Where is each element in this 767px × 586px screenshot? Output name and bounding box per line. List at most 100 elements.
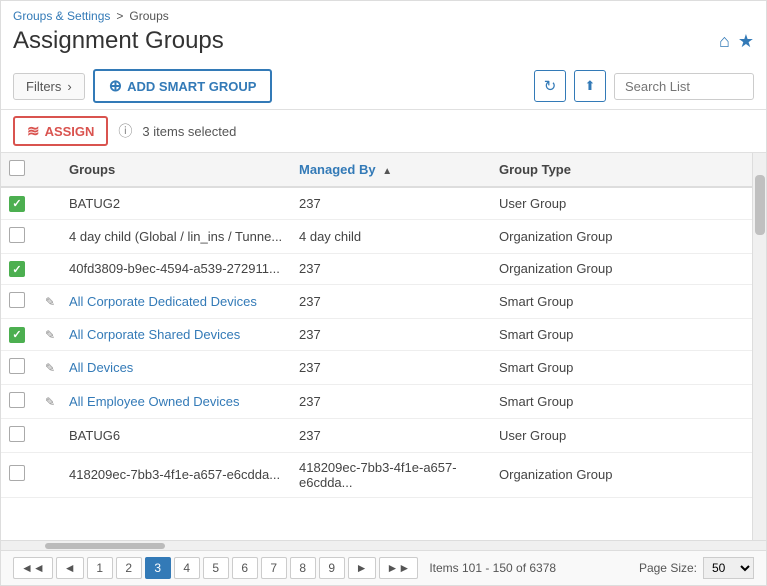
row-checkbox[interactable]: [9, 392, 25, 408]
prev-page-button[interactable]: ◄: [56, 557, 84, 579]
assign-icon: ≋: [27, 122, 40, 140]
col-header-groups: Groups: [61, 153, 291, 187]
page-size-label: Page Size:: [639, 561, 697, 575]
group-name-cell: All Corporate Dedicated Devices: [61, 285, 291, 319]
group-name-link[interactable]: All Corporate Shared Devices: [69, 327, 240, 342]
table-container: Groups Managed By ▲ Group Type BATUG2237…: [1, 153, 766, 550]
next-page-button[interactable]: ►: [348, 557, 376, 579]
managed-by-cell: 237: [291, 187, 491, 219]
managed-by-cell: 4 day child: [291, 219, 491, 253]
group-name-cell: All Devices: [61, 350, 291, 384]
group-name-link[interactable]: All Corporate Dedicated Devices: [69, 294, 257, 309]
row-checkbox[interactable]: [9, 292, 25, 308]
export-icon: ⬆: [585, 78, 596, 94]
page-number-button[interactable]: 4: [174, 557, 200, 579]
breadcrumb: Groups & Settings > Groups: [1, 1, 766, 25]
assign-label: ASSIGN: [45, 124, 95, 139]
table-row: ✎ All Devices 237Smart Group: [1, 350, 752, 384]
page-number-button[interactable]: 3: [145, 557, 171, 579]
page-size-select[interactable]: 102550100: [703, 557, 754, 579]
table-row: ✎All Corporate Dedicated Devices237Smart…: [1, 285, 752, 319]
group-type-cell: Organization Group: [491, 219, 752, 253]
horiz-scroll-thumb: [45, 543, 165, 549]
scroll-thumb: [755, 175, 765, 235]
edit-icon[interactable]: ✎: [45, 361, 55, 375]
managed-by-cell: 418209ec-7bb3-4f1e-a657-e6cdda...: [291, 452, 491, 497]
group-type-cell: Smart Group: [491, 350, 752, 384]
row-checkbox[interactable]: [9, 227, 25, 243]
page-number-button[interactable]: 9: [319, 557, 345, 579]
edit-icon[interactable]: ✎: [45, 295, 55, 309]
breadcrumb-link-groups-settings[interactable]: Groups & Settings: [13, 9, 110, 23]
first-page-button[interactable]: ◄◄: [13, 557, 53, 579]
assign-bar: ≋ ASSIGN ⓘ 3 items selected: [1, 110, 766, 153]
table-row: ✎ All Employee Owned Devices 237Smart Grou…: [1, 384, 752, 418]
last-page-button[interactable]: ►►: [379, 557, 419, 579]
refresh-button[interactable]: ↻: [534, 70, 566, 102]
managed-by-cell: 237: [291, 418, 491, 452]
table-row: 418209ec-7bb3-4f1e-a657-e6cdda...418209e…: [1, 452, 752, 497]
group-name-cell: 4 day child (Global / lin_ins / Tunne...: [61, 219, 291, 253]
add-icon: ⊕: [109, 76, 122, 96]
pagination: ◄◄ ◄ 123456789 ► ►► Items 101 - 150 of 6…: [1, 550, 766, 585]
row-checkbox[interactable]: [9, 327, 25, 343]
group-type-cell: Smart Group: [491, 285, 752, 319]
page-number-button[interactable]: 8: [290, 557, 316, 579]
row-checkbox[interactable]: [9, 426, 25, 442]
page-info-text: Items 101 - 150 of 6378: [429, 561, 556, 575]
group-type-cell: User Group: [491, 418, 752, 452]
row-checkbox[interactable]: [9, 196, 25, 212]
page-number-button[interactable]: 1: [87, 557, 113, 579]
filters-arrow-icon: ›: [67, 79, 71, 94]
managed-by-cell: 237: [291, 350, 491, 384]
page-number-button[interactable]: 2: [116, 557, 142, 579]
row-checkbox[interactable]: [9, 358, 25, 374]
row-checkbox[interactable]: [9, 465, 25, 481]
filters-button[interactable]: Filters ›: [13, 73, 85, 100]
table-row: 40fd3809-b9ec-4594-a539-272911...237Orga…: [1, 253, 752, 285]
group-name-cell: BATUG2: [61, 187, 291, 219]
col-header-type: Group Type: [491, 153, 752, 187]
vertical-scrollbar[interactable]: [752, 153, 766, 540]
toolbar: Filters › ⊕ ADD SMART GROUP ↻ ⬆: [1, 63, 766, 110]
row-checkbox[interactable]: [9, 261, 25, 277]
add-smart-label: ADD SMART GROUP: [127, 79, 256, 94]
page-number-button[interactable]: 6: [232, 557, 258, 579]
horizontal-scrollbar[interactable]: [1, 540, 766, 550]
page-number-button[interactable]: 7: [261, 557, 287, 579]
export-button[interactable]: ⬆: [574, 70, 606, 102]
group-type-cell: Smart Group: [491, 384, 752, 418]
col-header-managed[interactable]: Managed By ▲: [291, 153, 491, 187]
table-row: BATUG2237User Group: [1, 187, 752, 219]
group-name-link[interactable]: All Devices: [69, 360, 133, 375]
search-input[interactable]: [614, 73, 754, 100]
group-type-cell: Smart Group: [491, 319, 752, 351]
group-type-cell: Organization Group: [491, 452, 752, 497]
group-type-cell: Organization Group: [491, 253, 752, 285]
home-icon[interactable]: ⌂: [719, 31, 730, 52]
table-main[interactable]: Groups Managed By ▲ Group Type BATUG2237…: [1, 153, 752, 540]
page-title: Assignment Groups: [13, 27, 224, 55]
assign-button[interactable]: ≋ ASSIGN: [13, 116, 108, 146]
page-number-button[interactable]: 5: [203, 557, 229, 579]
add-smart-group-button[interactable]: ⊕ ADD SMART GROUP: [93, 69, 273, 103]
select-all-checkbox[interactable]: [9, 160, 25, 176]
breadcrumb-sep: >: [116, 9, 123, 23]
assignment-groups-table: Groups Managed By ▲ Group Type BATUG2237…: [1, 153, 752, 498]
refresh-icon: ↻: [544, 77, 557, 95]
selected-count-text: 3 items selected: [142, 124, 236, 139]
group-type-cell: User Group: [491, 187, 752, 219]
page-size-control: Page Size: 102550100: [639, 557, 754, 579]
header-row: Assignment Groups ⌂ ★: [1, 25, 766, 63]
managed-by-cell: 237: [291, 253, 491, 285]
group-name-link[interactable]: All Employee Owned Devices: [69, 394, 240, 409]
table-row: BATUG6237User Group: [1, 418, 752, 452]
edit-icon[interactable]: ✎: [45, 395, 55, 409]
managed-by-cell: 237: [291, 384, 491, 418]
main-container: Groups & Settings > Groups Assignment Gr…: [0, 0, 767, 586]
group-name-cell: All Corporate Shared Devices: [61, 319, 291, 351]
edit-icon[interactable]: ✎: [45, 328, 55, 342]
breadcrumb-current: Groups: [129, 9, 168, 23]
star-icon[interactable]: ★: [738, 31, 754, 52]
table-row: ✎All Corporate Shared Devices237Smart Gr…: [1, 319, 752, 351]
